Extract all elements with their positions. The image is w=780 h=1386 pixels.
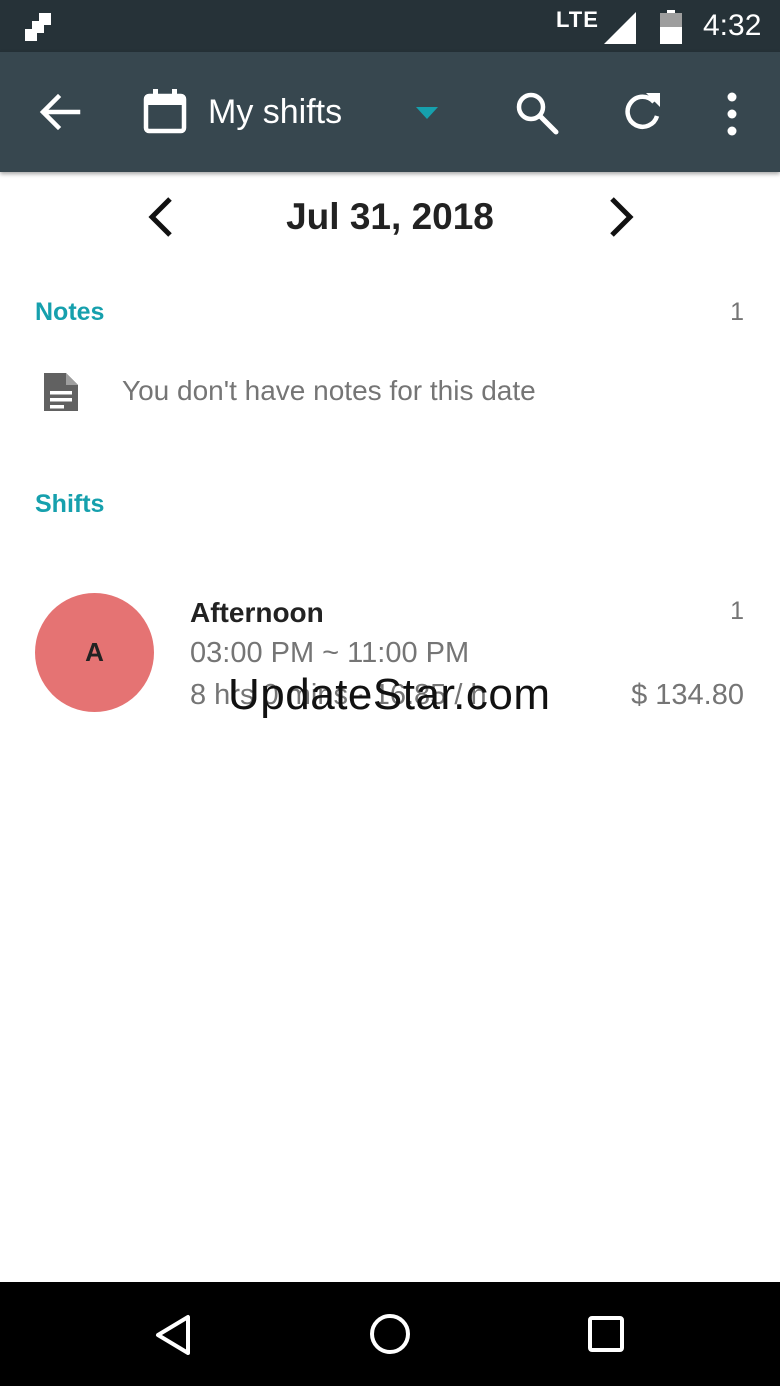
status-bar: LTE 4:32 bbox=[0, 0, 780, 52]
notes-count: 1 bbox=[730, 298, 744, 326]
shifts-section-title: Shifts bbox=[35, 490, 105, 518]
shift-avatar: A bbox=[35, 593, 154, 712]
search-icon[interactable] bbox=[514, 90, 560, 136]
calendar-icon bbox=[143, 89, 187, 134]
nav-recents-icon[interactable] bbox=[586, 1314, 626, 1354]
dropdown-arrow-icon[interactable] bbox=[414, 106, 440, 120]
app-notification-icon bbox=[25, 13, 51, 41]
current-date: Jul 31, 2018 bbox=[286, 196, 494, 237]
shift-total-pay: $ 134.80 bbox=[631, 679, 744, 711]
system-nav-bar bbox=[0, 1282, 780, 1386]
page-title[interactable]: My shifts bbox=[208, 92, 342, 132]
notes-empty-message: You don't have notes for this date bbox=[122, 375, 536, 406]
refresh-icon[interactable] bbox=[620, 90, 664, 134]
notes-section-title: Notes bbox=[35, 298, 105, 326]
battery-icon bbox=[660, 10, 682, 44]
network-type: LTE bbox=[556, 7, 599, 32]
signal-icon bbox=[604, 12, 636, 44]
clock: 4:32 bbox=[703, 9, 762, 42]
app-toolbar: My shifts bbox=[0, 52, 780, 172]
shift-time-range: 03:00 PM ~ 11:00 PM bbox=[190, 637, 470, 669]
nav-back-icon[interactable] bbox=[154, 1314, 194, 1356]
back-arrow-icon[interactable] bbox=[38, 92, 82, 132]
shift-name: Afternoon bbox=[190, 597, 324, 628]
shift-count: 1 bbox=[730, 597, 744, 625]
chevron-left-icon[interactable] bbox=[144, 196, 178, 238]
date-navigator: Jul 31, 2018 bbox=[0, 178, 780, 258]
nav-home-icon[interactable] bbox=[368, 1312, 412, 1356]
overflow-menu-icon[interactable] bbox=[720, 90, 744, 138]
note-icon bbox=[44, 373, 78, 411]
watermark: UpdateStar.com bbox=[228, 670, 551, 719]
chevron-right-icon[interactable] bbox=[604, 196, 638, 238]
